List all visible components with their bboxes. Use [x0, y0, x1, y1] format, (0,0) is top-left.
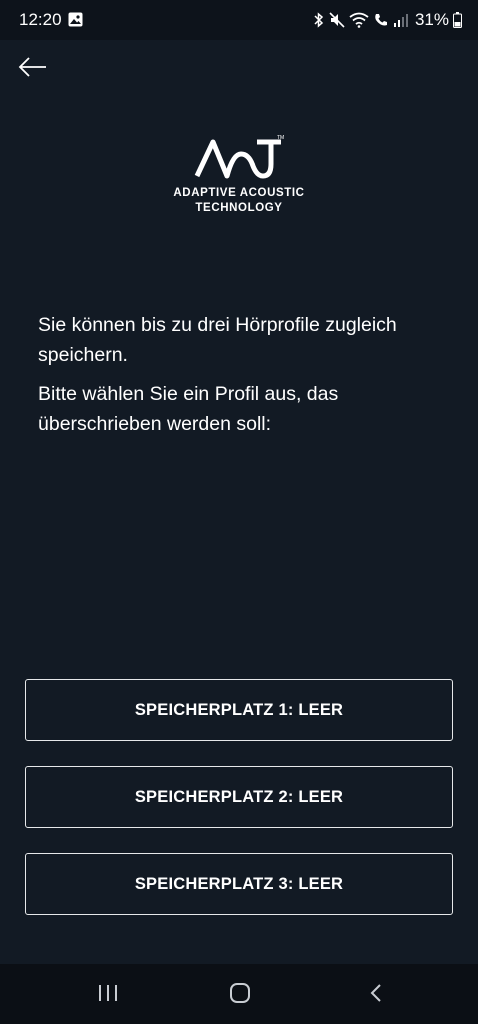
mute-icon	[329, 12, 345, 28]
battery-percentage: 31%	[414, 10, 449, 29]
status-bar: 12:20 31%	[0, 0, 478, 40]
slot-3-button[interactable]: SPEICHERPLATZ 3: LEER	[25, 853, 453, 915]
signal-icon	[393, 14, 408, 27]
logo-text-line2: TECHNOLOGY	[195, 202, 283, 214]
slot-2-button[interactable]: SPEICHERPLATZ 2: LEER	[25, 766, 453, 828]
wifi-icon	[349, 12, 369, 28]
bluetooth-icon	[314, 12, 324, 28]
intro-text: Sie können bis zu drei Hörprofile zuglei…	[38, 314, 397, 366]
aat-logo-icon: TM	[194, 135, 284, 179]
battery-icon	[453, 12, 462, 28]
status-time: 12:20	[19, 10, 62, 29]
call-icon	[375, 14, 387, 26]
back-icon[interactable]	[366, 982, 386, 1004]
svg-text:TM: TM	[277, 135, 284, 141]
back-button[interactable]	[16, 52, 52, 84]
adaptive-acoustic-technology-logo: TM ADAPTIVE ACOUSTIC TECHNOLOGY	[0, 130, 478, 216]
home-icon[interactable]	[229, 982, 251, 1004]
slot-1-button[interactable]: SPEICHERPLATZ 1: LEER	[25, 679, 453, 741]
arrow-left-icon	[18, 57, 46, 77]
system-nav-bar	[0, 964, 478, 1024]
logo-text-line1: ADAPTIVE ACOUSTIC	[173, 187, 305, 199]
instruction-text: Bitte wählen Sie ein Profil aus, das übe…	[38, 383, 339, 435]
recent-apps-icon[interactable]	[96, 982, 120, 1004]
status-icons: 31%	[313, 10, 462, 30]
gallery-icon	[68, 12, 83, 27]
